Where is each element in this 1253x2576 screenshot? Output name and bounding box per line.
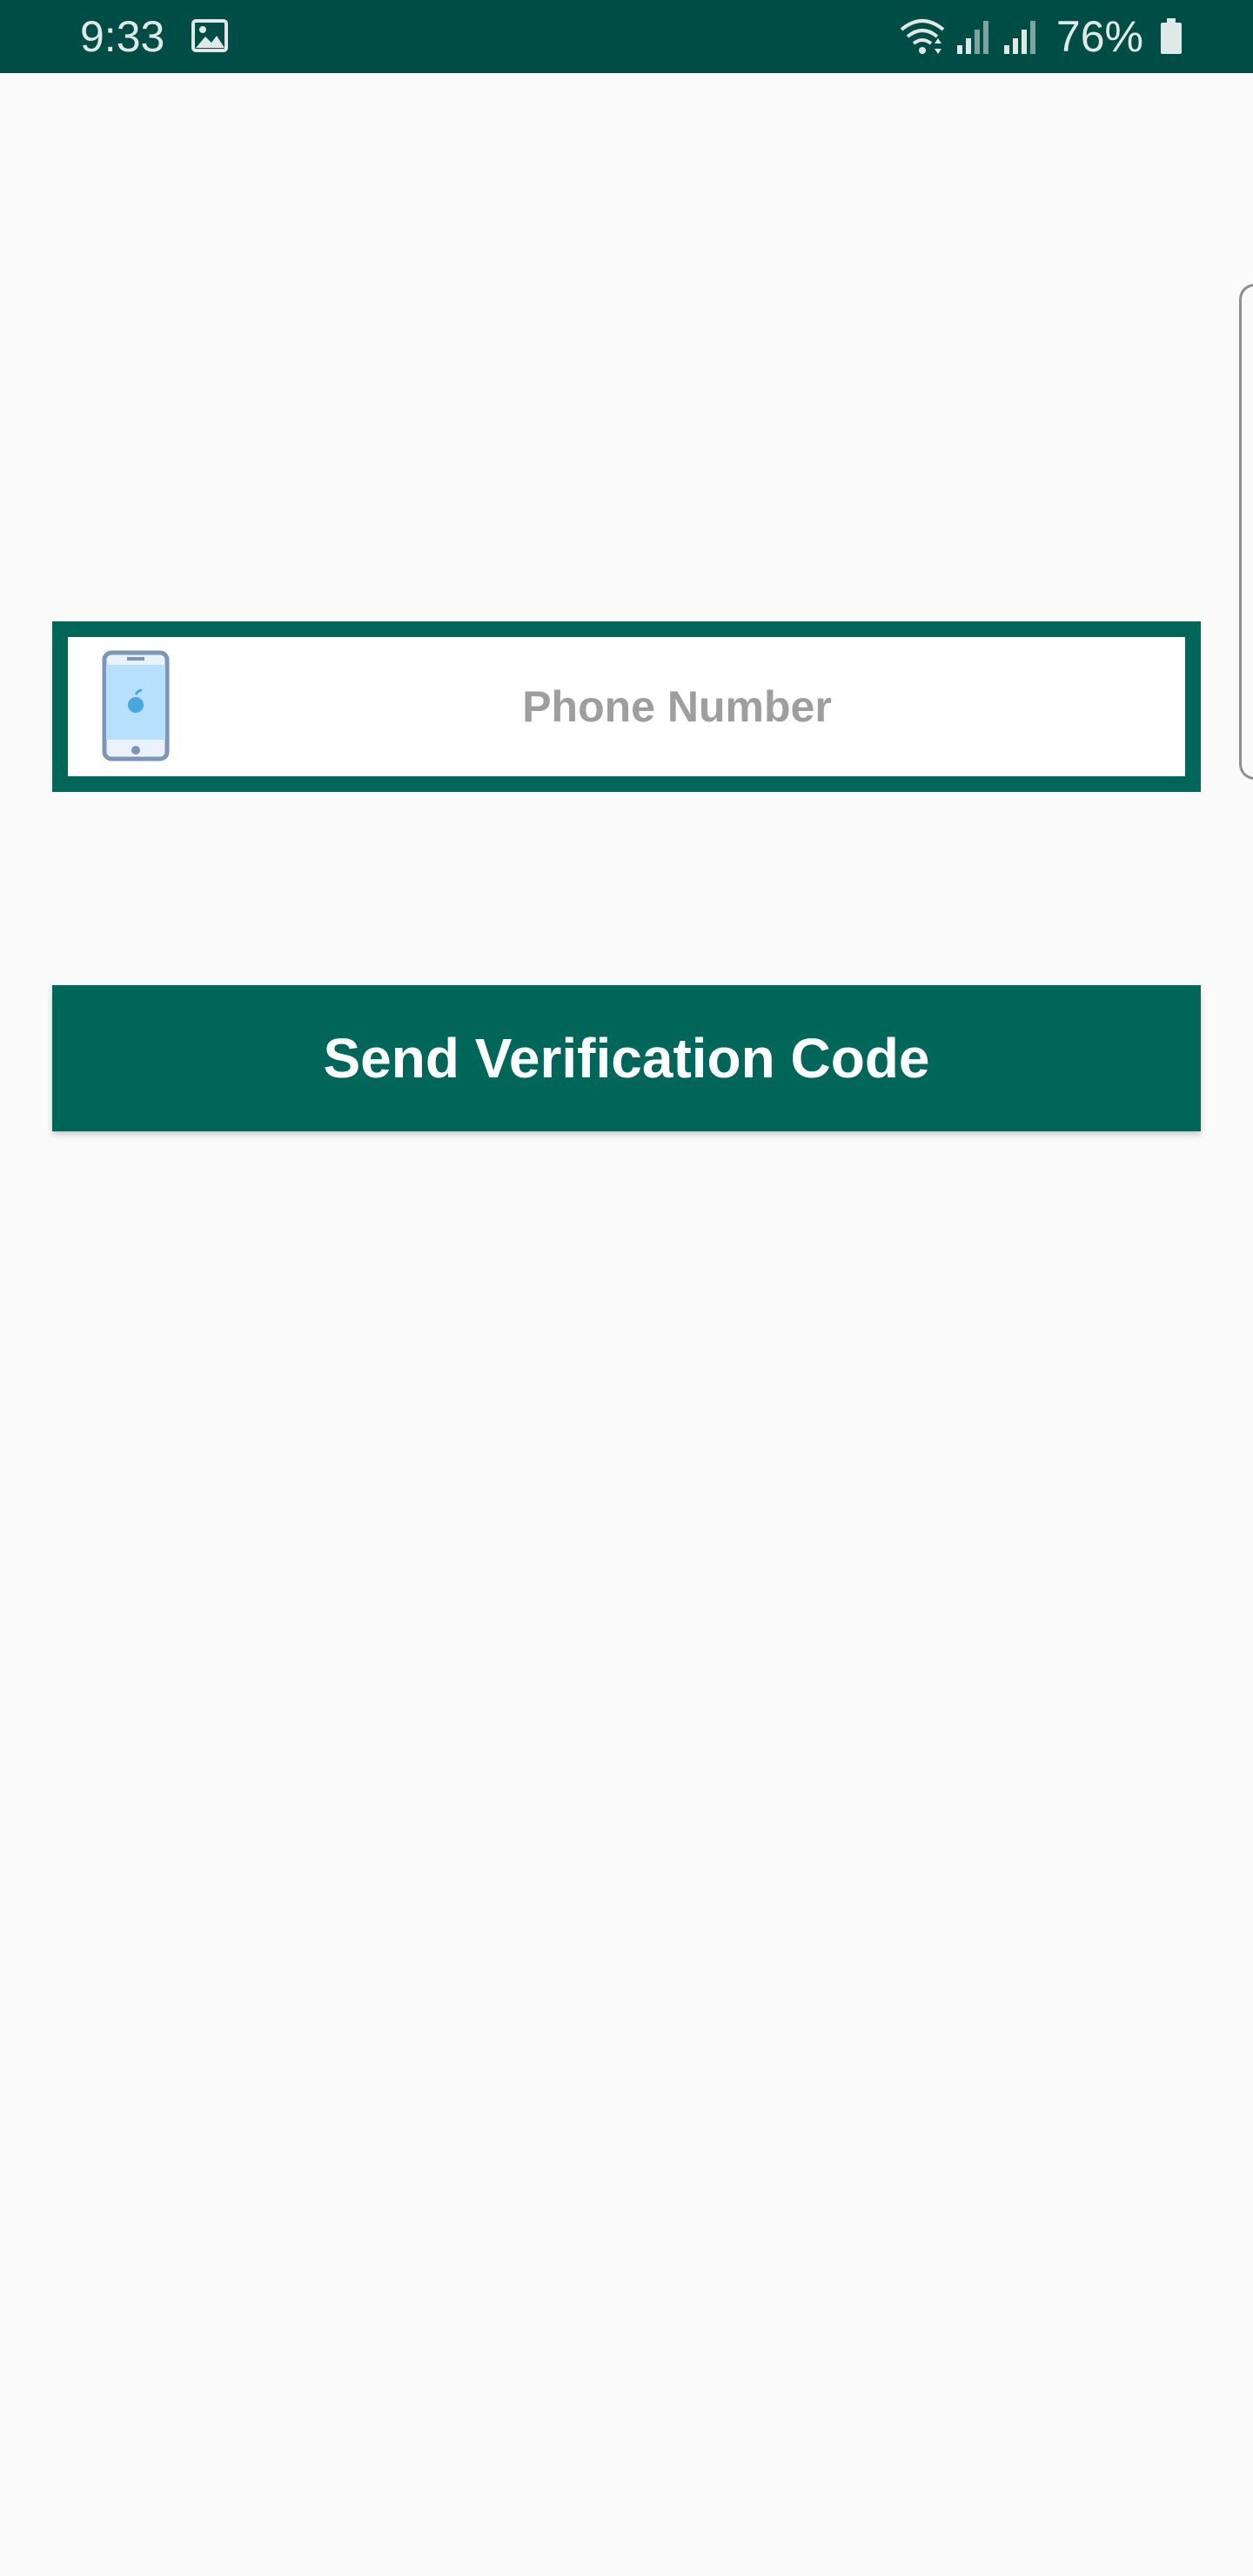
phone-number-input[interactable] <box>190 637 1060 776</box>
signal-icon <box>1002 19 1041 54</box>
phone-number-field[interactable] <box>52 621 1201 792</box>
send-verification-code-button[interactable]: Send Verification Code <box>52 985 1201 1131</box>
wifi-icon <box>898 17 947 56</box>
gallery-icon <box>191 19 228 52</box>
status-icons: 76% <box>898 12 1183 61</box>
smartphone-icon <box>101 649 171 762</box>
edge-panel-handle[interactable] <box>1239 284 1253 780</box>
status-time: 9:33 <box>80 12 165 61</box>
battery-percent: 76% <box>1055 12 1143 61</box>
status-bar: 9:33 76% <box>0 0 1253 73</box>
battery-icon <box>1159 18 1183 55</box>
signal-icon <box>955 19 994 54</box>
